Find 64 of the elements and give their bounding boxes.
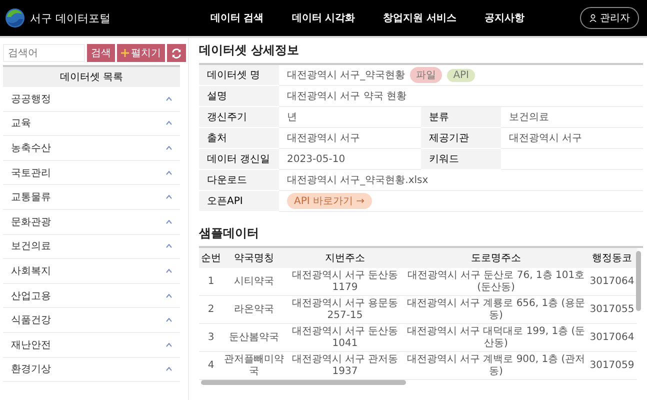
table-cell: 대전광역시 서구 둔산동 1179 [285, 268, 405, 296]
category-item[interactable]: 공공행정 [3, 87, 180, 112]
admin-button[interactable]: 관리자 [580, 7, 639, 29]
section-title: 데이터셋 상세정보 [199, 42, 300, 59]
column-header: 약국명칭 [223, 248, 285, 268]
category-item[interactable]: 문화관광 [3, 210, 180, 235]
field-label: 제공기관 [421, 128, 501, 149]
category-item[interactable]: 교통물류 [3, 185, 180, 210]
nav-link[interactable]: 창업지원 서비스 [383, 11, 457, 25]
category-item[interactable]: 산업고용 [3, 284, 180, 308]
category-item[interactable]: 국토관리 [3, 160, 180, 186]
field-value: 대전광역시 서구 [287, 132, 360, 145]
category-item[interactable]: 환경기상 [3, 358, 180, 382]
expand-button[interactable]: 펼치기 [117, 44, 165, 62]
field-value: 보건의료 [509, 111, 549, 124]
table-cell: 둔산봄약국 [223, 324, 285, 352]
table-cell: 3 [199, 324, 223, 352]
table-cell: 대전광역시 서구 둔산로 76, 1층 101호 (둔산동) [405, 268, 587, 296]
column-header: 행정동코 [587, 248, 637, 268]
column-header: 순번 [199, 248, 223, 268]
category-item[interactable]: 교육 [3, 112, 180, 136]
nav-link[interactable]: 공지사항 [484, 11, 525, 25]
field-value: 대전광역시 서구 약국 현황 [287, 90, 407, 103]
field-value: 대전광역시 서구_약국현황 [287, 69, 406, 82]
field-label: 데이터셋 명 [199, 65, 279, 86]
field-label: 갱신주기 [199, 107, 279, 128]
category-item[interactable]: 보건의료 [3, 234, 180, 260]
table-cell: 3017064 [587, 324, 637, 352]
field-label: 데이터 갱신일 [199, 149, 279, 170]
field-label: 키워드 [421, 149, 501, 170]
field-label: 오픈API [199, 191, 279, 212]
field-label: 출처 [199, 128, 279, 149]
field-label: 설명 [199, 86, 279, 107]
format-tag: 파일 [410, 67, 442, 83]
category-item[interactable]: 농축수산 [3, 136, 180, 161]
column-header: 도로명주소 [405, 248, 587, 268]
table-cell: 대전광역시 서구 용문동 257-15 [285, 296, 405, 324]
nav-link[interactable]: 데이터 시각화 [292, 11, 356, 25]
table-cell: 대전광역시 서구 둔산동 1041 [285, 324, 405, 352]
table-cell: 대전광역시 서구 대덕대로 199, 1층 (둔산동) [405, 324, 587, 352]
field-value: 2023-05-10 [287, 154, 346, 164]
field-value: 대전광역시 서구 [509, 132, 582, 145]
list-title: 데이터셋 목록 [3, 65, 180, 87]
table-cell: 대전광역시 서구 계백로 900, 1층 (관저동) [405, 352, 587, 380]
field-label: 분류 [421, 107, 501, 128]
column-header: 지번주소 [285, 248, 405, 268]
category-item[interactable]: 재난안전 [3, 332, 180, 358]
category-item[interactable]: 사회복지 [3, 259, 180, 284]
table-cell: 시티약국 [223, 268, 285, 296]
field-value: 년 [287, 111, 297, 124]
table-cell: 대전광역시 서구 계룡로 656, 1층 (용문동) [405, 296, 587, 324]
format-tag: API [447, 68, 476, 82]
search-button[interactable]: 검색 [87, 44, 115, 62]
portal-title: 서구 데이터포털 [30, 10, 110, 26]
field-value: 대전광역시 서구_약국현황.xlsx [287, 174, 428, 187]
nav-link[interactable]: 데이터 검색 [210, 11, 264, 25]
table-cell: 라온약국 [223, 296, 285, 324]
section-title: 샘플데이터 [199, 225, 260, 242]
category-item[interactable]: 식품건강 [3, 308, 180, 333]
table-cell: 3017059 [587, 352, 637, 380]
search-field[interactable]: 검색어 [3, 44, 85, 62]
field-label: 다운로드 [199, 170, 279, 191]
table-cell: 2 [199, 296, 223, 324]
table-cell: 1 [199, 268, 223, 296]
